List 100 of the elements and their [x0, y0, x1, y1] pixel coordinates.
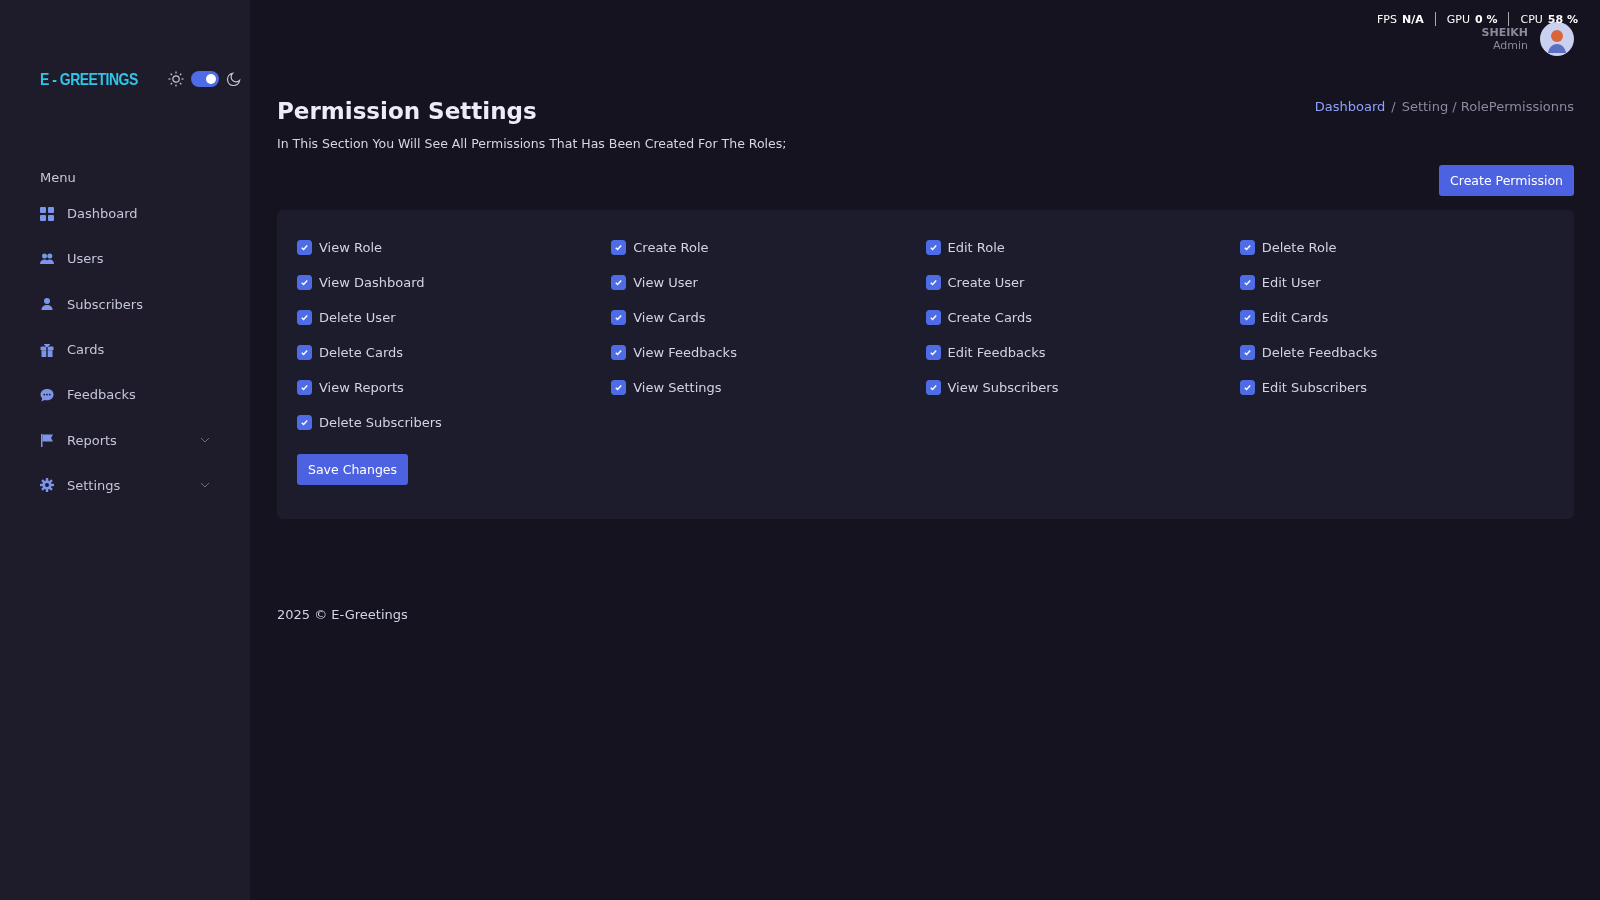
- permission-checkbox[interactable]: Edit User: [1239, 273, 1554, 292]
- moon-icon: [225, 71, 241, 87]
- grid-icon: [40, 206, 54, 221]
- footer-text: 2025 © E-Greetings: [277, 607, 409, 622]
- check-icon: [614, 278, 624, 287]
- permission-checkbox[interactable]: Delete Subscribers: [297, 413, 612, 432]
- sidebar-item[interactable]: Feedbacks: [40, 372, 210, 418]
- permission-checkbox[interactable]: View Reports: [297, 378, 612, 397]
- checkbox[interactable]: [297, 275, 312, 290]
- check-icon: [300, 278, 309, 287]
- permission-checkbox[interactable]: Delete User: [297, 308, 612, 327]
- check-icon: [928, 243, 938, 252]
- check-icon: [300, 418, 309, 427]
- checkbox[interactable]: [611, 345, 627, 360]
- stat-label: CPU: [1520, 12, 1543, 26]
- user-role: Admin: [1492, 39, 1528, 52]
- permission-checkbox[interactable]: Edit Cards: [1239, 308, 1554, 327]
- check-icon: [1242, 313, 1252, 322]
- permission-checkbox[interactable]: View Feedbacks: [611, 343, 926, 362]
- page-title: Permission Settings: [277, 98, 537, 124]
- permission-checkbox[interactable]: View Subscribers: [925, 378, 1240, 397]
- checkbox[interactable]: [1239, 275, 1255, 290]
- breadcrumb-current: Setting / RolePermissionns: [1401, 98, 1574, 114]
- checkbox[interactable]: [1239, 240, 1255, 255]
- permission-checkbox[interactable]: Edit Role: [925, 238, 1240, 257]
- check-icon: [614, 313, 624, 322]
- checkbox[interactable]: [297, 380, 312, 395]
- permission-checkbox[interactable]: View User: [611, 273, 926, 292]
- sidebar-item[interactable]: Dashboard: [40, 191, 210, 237]
- check-icon: [928, 278, 938, 287]
- logo[interactable]: E - GREETINGS: [40, 69, 138, 89]
- checkbox[interactable]: [297, 415, 312, 430]
- check-icon: [614, 383, 624, 392]
- checkbox[interactable]: [611, 275, 627, 290]
- breadcrumb-link[interactable]: Dashboard: [1314, 98, 1386, 114]
- menu-heading: Menu: [40, 170, 77, 185]
- checkbox[interactable]: [925, 380, 941, 395]
- checkbox[interactable]: [611, 310, 627, 325]
- chevron-icon: [200, 482, 210, 489]
- check-icon: [300, 348, 309, 357]
- create-permission-button[interactable]: Create Permission: [1439, 165, 1574, 196]
- check-icon: [928, 313, 938, 322]
- check-icon: [300, 243, 309, 252]
- permission-checkbox[interactable]: View Cards: [611, 308, 926, 327]
- check-icon: [614, 348, 624, 357]
- permission-checkbox[interactable]: Create User: [925, 273, 1240, 292]
- permission-checkbox[interactable]: Create Role: [611, 238, 926, 257]
- checkbox[interactable]: [297, 240, 312, 255]
- permission-checkbox[interactable]: Delete Feedbacks: [1239, 343, 1554, 362]
- permission-checkbox[interactable]: Delete Role: [1239, 238, 1554, 257]
- checkbox[interactable]: [925, 310, 941, 325]
- sun-icon: [167, 71, 184, 87]
- permission-checkbox[interactable]: View Dashboard: [297, 273, 612, 292]
- stat-label: FPS: [1377, 12, 1397, 26]
- user-name: SHEIKH: [1481, 26, 1528, 39]
- permission-checkbox[interactable]: Edit Feedbacks: [925, 343, 1240, 362]
- check-icon: [1242, 348, 1252, 357]
- checkbox[interactable]: [1239, 345, 1255, 360]
- permission-checkbox[interactable]: Edit Subscribers: [1239, 378, 1554, 397]
- check-icon: [300, 383, 309, 392]
- save-changes-button[interactable]: Save Changes: [297, 454, 409, 485]
- check-icon: [928, 383, 938, 392]
- permission-checkbox[interactable]: Create Cards: [925, 308, 1240, 327]
- checkbox[interactable]: [297, 345, 312, 360]
- checkbox[interactable]: [1239, 310, 1255, 325]
- checkbox[interactable]: [925, 275, 941, 290]
- gift-icon: [40, 342, 54, 357]
- sidebar-item[interactable]: Subscribers: [40, 281, 210, 327]
- stat-value: 0 %: [1474, 12, 1498, 26]
- check-icon: [614, 243, 624, 252]
- checkbox[interactable]: [297, 310, 312, 325]
- sidebar-item[interactable]: Settings: [40, 462, 210, 509]
- theme-toggle[interactable]: [190, 71, 219, 87]
- sidebar-item[interactable]: Reports: [40, 417, 210, 463]
- permission-checkbox[interactable]: Delete Cards: [297, 343, 612, 362]
- stat-value: N/A: [1401, 12, 1424, 26]
- check-icon: [300, 313, 309, 322]
- sidebar-item[interactable]: Users: [40, 236, 210, 282]
- checkbox[interactable]: [611, 240, 627, 255]
- sidebar-item[interactable]: Cards: [40, 326, 210, 373]
- user-icon: [40, 297, 54, 312]
- flag-icon: [40, 433, 54, 448]
- stat-value: 58 %: [1547, 12, 1578, 26]
- check-icon: [1242, 243, 1252, 252]
- page-description: In This Section You Will See All Permissions That Has Been Created For The Roles;: [277, 136, 788, 151]
- permission-checkbox[interactable]: View Settings: [611, 378, 926, 397]
- breadcrumb-separator: /: [1391, 98, 1396, 114]
- checkbox[interactable]: [1239, 380, 1255, 395]
- chat-icon: [40, 387, 54, 402]
- checkbox[interactable]: [611, 380, 627, 395]
- check-icon: [1242, 278, 1252, 287]
- check-icon: [1242, 383, 1252, 392]
- chevron-icon: [200, 437, 210, 444]
- checkbox[interactable]: [925, 345, 941, 360]
- settings-icon: [40, 478, 54, 493]
- users-icon: [40, 251, 54, 266]
- permission-checkbox[interactable]: View Role: [297, 238, 612, 257]
- checkbox[interactable]: [925, 240, 941, 255]
- avatar[interactable]: [1540, 22, 1574, 56]
- check-icon: [928, 348, 938, 357]
